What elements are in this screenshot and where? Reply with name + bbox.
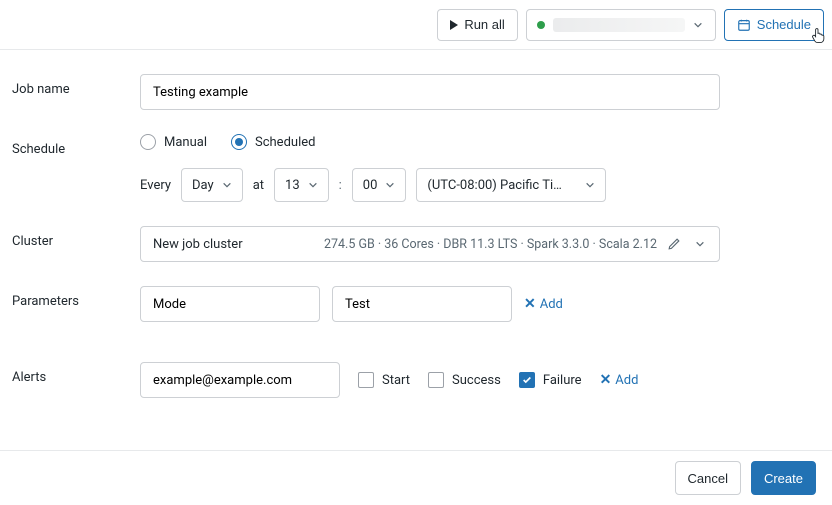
cancel-label: Cancel [688, 471, 728, 486]
parameter-row: ✕ Add [140, 286, 816, 322]
chevron-down-icon [695, 239, 705, 249]
cancel-button[interactable]: Cancel [675, 461, 741, 495]
schedule-mode-radiogroup: Manual Scheduled [140, 134, 816, 150]
chevron-down-icon [385, 180, 395, 190]
checkbox-box-icon [428, 372, 444, 388]
compute-name-redacted [553, 18, 685, 32]
schedule-rule-line: Every Day at 13 : 00 (UTC-08:00) Pacific… [140, 168, 816, 202]
chevron-down-icon [693, 20, 703, 30]
radio-dot-icon [140, 134, 156, 150]
schedule-section-label: Schedule [12, 134, 140, 157]
cluster-name: New job cluster [153, 237, 243, 252]
add-alert-button[interactable]: ✕ Add [600, 373, 639, 388]
cluster-selector[interactable]: New job cluster 274.5 GB · 36 Cores · DB… [140, 226, 720, 262]
add-parameter-button[interactable]: ✕ Add [524, 297, 563, 312]
edit-cluster-button[interactable] [665, 235, 683, 253]
pencil-icon [667, 237, 681, 251]
param-key-input[interactable] [140, 286, 320, 322]
radio-dot-icon [231, 134, 247, 150]
form-content: Job name Schedule Manual Scheduled Every [0, 50, 832, 450]
add-alert-label: Add [615, 373, 638, 388]
alert-failure-checkbox[interactable]: Failure [519, 372, 582, 388]
param-value-input[interactable] [332, 286, 512, 322]
time-colon: : [339, 178, 342, 193]
schedule-button[interactable]: Schedule [724, 9, 824, 41]
run-all-label: Run all [464, 17, 504, 32]
minute-value: 00 [363, 178, 378, 193]
every-label: Every [140, 178, 171, 193]
schedule-button-label: Schedule [757, 17, 811, 32]
play-icon [450, 20, 458, 30]
timezone-select[interactable]: (UTC-08:00) Pacific Ti… [416, 168, 606, 202]
at-label: at [253, 178, 264, 193]
top-toolbar: Run all Schedule [0, 0, 832, 50]
chevron-down-icon [308, 180, 318, 190]
run-all-button[interactable]: Run all [437, 9, 517, 41]
calendar-icon [737, 18, 751, 32]
checkbox-box-icon [358, 372, 374, 388]
alerts-line: Start Success Failure ✕ Add [140, 362, 816, 398]
radio-manual[interactable]: Manual [140, 134, 207, 150]
create-button[interactable]: Create [751, 461, 816, 495]
job-name-input[interactable] [140, 74, 720, 110]
hour-value: 13 [285, 178, 300, 193]
alert-email-input[interactable] [140, 362, 340, 398]
alert-success-label: Success [452, 373, 501, 388]
hour-select[interactable]: 13 [274, 168, 329, 202]
parameters-section-label: Parameters [12, 286, 140, 309]
interval-unit-select[interactable]: Day [181, 168, 243, 202]
minute-select[interactable]: 00 [352, 168, 407, 202]
chevron-down-icon [585, 180, 595, 190]
status-dot-icon [537, 21, 545, 29]
checkbox-box-icon [519, 372, 535, 388]
radio-scheduled[interactable]: Scheduled [231, 134, 315, 150]
check-icon [522, 375, 532, 385]
plus-icon: ✕ [600, 373, 612, 387]
alerts-section-label: Alerts [12, 362, 140, 385]
job-name-label: Job name [12, 74, 140, 97]
cluster-specs: 274.5 GB · 36 Cores · DBR 11.3 LTS · Spa… [324, 237, 657, 252]
alert-start-label: Start [382, 373, 410, 388]
alert-start-checkbox[interactable]: Start [358, 372, 410, 388]
add-parameter-label: Add [540, 297, 563, 312]
radio-manual-label: Manual [164, 135, 207, 150]
interval-unit-value: Day [192, 178, 214, 193]
compute-selector[interactable] [526, 9, 716, 41]
chevron-down-icon [222, 180, 232, 190]
create-label: Create [764, 471, 803, 486]
plus-icon: ✕ [524, 297, 536, 311]
cluster-expand-button[interactable] [691, 235, 709, 253]
timezone-value: (UTC-08:00) Pacific Ti… [427, 178, 561, 193]
dialog-footer: Cancel Create [0, 450, 832, 505]
cluster-section-label: Cluster [12, 226, 140, 249]
alert-failure-label: Failure [543, 373, 582, 388]
radio-scheduled-label: Scheduled [255, 135, 315, 150]
alert-success-checkbox[interactable]: Success [428, 372, 501, 388]
